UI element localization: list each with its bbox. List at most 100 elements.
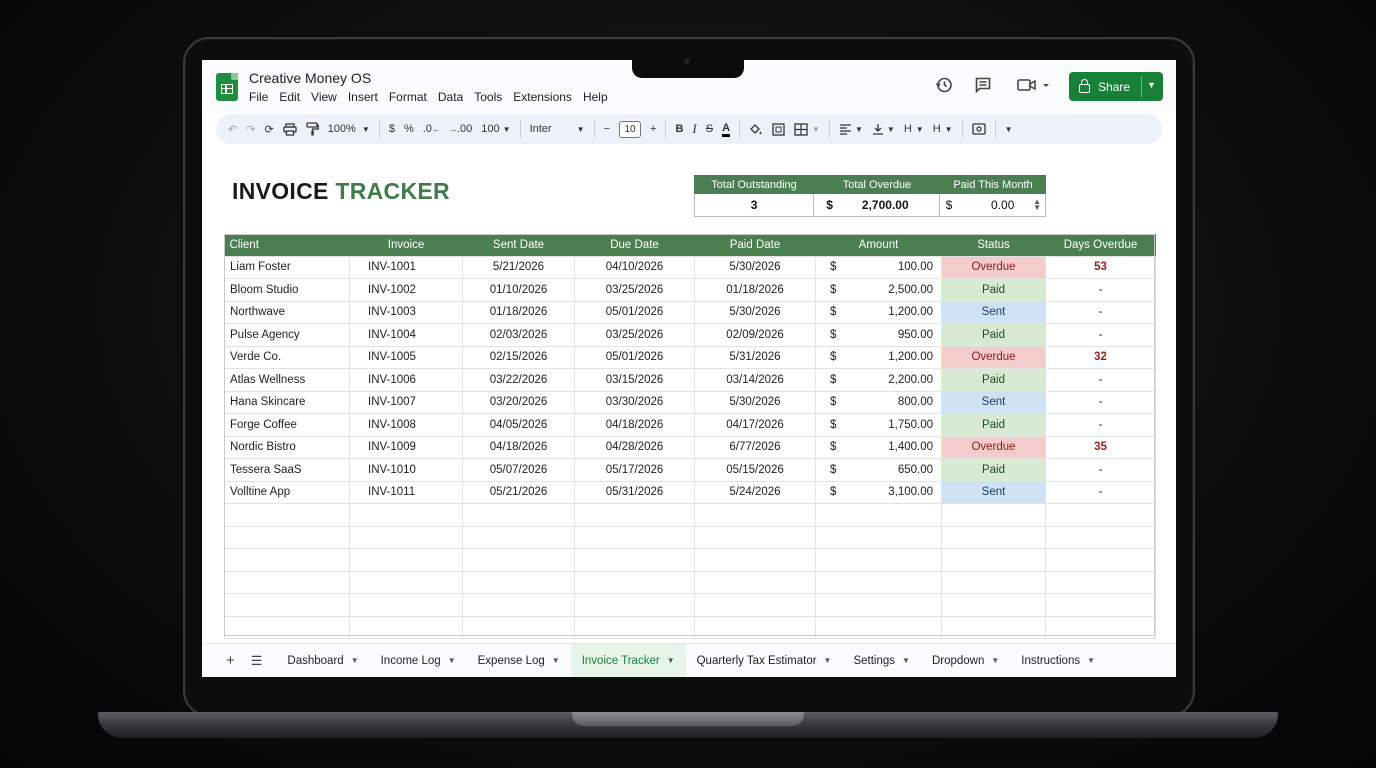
tab-dropdown-icon[interactable]: ▼: [991, 656, 999, 665]
menu-file[interactable]: File: [249, 90, 268, 104]
cell-client[interactable]: Bloom Studio: [224, 278, 350, 302]
sheet-tab-dashboard[interactable]: Dashboard ▼: [276, 644, 369, 678]
empty-cell[interactable]: [349, 525, 463, 549]
spinner-icon[interactable]: ▲ ▼: [1033, 198, 1041, 212]
cell-client[interactable]: Tessera SaaS: [224, 458, 350, 482]
cell-client[interactable]: Forge Coffee: [224, 413, 350, 437]
empty-cell[interactable]: [1045, 503, 1156, 527]
cell-days-overdue[interactable]: -: [1045, 323, 1156, 347]
tab-dropdown-icon[interactable]: ▼: [448, 656, 456, 665]
cell-sent-date[interactable]: 03/20/2026: [462, 390, 575, 414]
cell-due-date[interactable]: 04/10/2026: [574, 255, 695, 279]
cell-days-overdue[interactable]: 32: [1045, 345, 1156, 369]
empty-cell[interactable]: [1045, 570, 1156, 594]
empty-cell[interactable]: [462, 525, 575, 549]
column-header-client[interactable]: Client: [224, 234, 350, 256]
cell-days-overdue[interactable]: -: [1045, 368, 1156, 392]
paint-format-icon[interactable]: [306, 119, 319, 139]
sheet-tab-invoice-tracker[interactable]: Invoice Tracker ▼: [570, 643, 686, 677]
cell-invoice[interactable]: INV-1007: [349, 390, 463, 414]
more-options-icon[interactable]: ▼: [1005, 119, 1013, 139]
share-dropdown-icon[interactable]: ▼: [1147, 80, 1156, 90]
empty-cell[interactable]: [815, 525, 942, 549]
decrease-font-size-button[interactable]: −: [604, 119, 610, 139]
cell-days-overdue[interactable]: -: [1045, 413, 1156, 437]
empty-cell[interactable]: [349, 615, 463, 639]
horizontal-align-icon[interactable]: ▼: [839, 119, 863, 139]
empty-cell[interactable]: [349, 548, 463, 572]
comment-icon[interactable]: [972, 76, 994, 98]
cell-invoice[interactable]: INV-1003: [349, 300, 463, 324]
cell-client[interactable]: Pulse Agency: [224, 323, 350, 347]
tab-dropdown-icon[interactable]: ▼: [552, 656, 560, 665]
cell-client[interactable]: Atlas Wellness: [224, 368, 350, 392]
bold-button[interactable]: B: [675, 119, 683, 139]
cell-paid-date[interactable]: 5/24/2026: [694, 480, 816, 504]
empty-cell[interactable]: [462, 593, 575, 617]
cell-days-overdue[interactable]: -: [1045, 390, 1156, 414]
cell-paid-date[interactable]: 02/09/2026: [694, 323, 816, 347]
cell-invoice[interactable]: INV-1009: [349, 435, 463, 459]
cell-due-date[interactable]: 04/18/2026: [574, 413, 695, 437]
cell-paid-date[interactable]: 01/18/2026: [694, 278, 816, 302]
print-icon[interactable]: [283, 119, 297, 139]
cell-paid-date[interactable]: 04/17/2026: [694, 413, 816, 437]
cell-invoice[interactable]: INV-1005: [349, 345, 463, 369]
column-header-amount[interactable]: Amount: [815, 234, 942, 256]
sheet-tab-expense-log[interactable]: Expense Log ▼: [467, 644, 571, 678]
text-wrap-icon[interactable]: H ▼: [904, 119, 924, 139]
cell-sent-date[interactable]: 01/10/2026: [462, 278, 575, 302]
refresh-icon[interactable]: ⟳: [264, 119, 273, 139]
add-sheet-icon[interactable]: +: [226, 652, 235, 669]
merge-cells-icon[interactable]: ▼: [794, 119, 820, 139]
cell-due-date[interactable]: 05/31/2026: [574, 480, 695, 504]
text-color-button[interactable]: A: [722, 119, 731, 139]
empty-cell[interactable]: [694, 525, 816, 549]
all-sheets-icon[interactable]: ☰: [251, 653, 263, 669]
column-header-paid-date[interactable]: Paid Date: [694, 234, 816, 256]
insert-image-icon[interactable]: [971, 119, 986, 139]
empty-cell[interactable]: [1045, 593, 1156, 617]
document-title[interactable]: Creative Money OS: [249, 70, 371, 86]
cell-days-overdue[interactable]: -: [1045, 278, 1156, 302]
font-select[interactable]: Inter ▼: [530, 119, 585, 139]
cell-sent-date[interactable]: 5/21/2026: [462, 255, 575, 279]
cell-paid-date[interactable]: 5/31/2026: [694, 345, 816, 369]
cell-status[interactable]: Overdue: [941, 345, 1046, 369]
cell-paid-date[interactable]: 5/30/2026: [694, 390, 816, 414]
cell-sent-date[interactable]: 04/05/2026: [462, 413, 575, 437]
cell-amount[interactable]: $800.00: [815, 390, 942, 414]
total-outstanding-header[interactable]: Total Outstanding: [694, 175, 814, 194]
column-header-due-date[interactable]: Due Date: [574, 234, 695, 256]
percent-format-button[interactable]: %: [404, 119, 414, 139]
sheet-tab-quarterly-tax-estimator[interactable]: Quarterly Tax Estimator ▼: [686, 644, 843, 678]
empty-cell[interactable]: [574, 570, 695, 594]
cell-due-date[interactable]: 03/15/2026: [574, 368, 695, 392]
empty-cell[interactable]: [224, 548, 350, 572]
cell-amount[interactable]: $1,400.00: [815, 435, 942, 459]
tab-dropdown-icon[interactable]: ▼: [351, 656, 359, 665]
redo-icon[interactable]: ↷: [246, 119, 255, 139]
borders-icon[interactable]: [772, 119, 785, 139]
increase-decimal-button[interactable]: → .00: [449, 119, 472, 139]
empty-cell[interactable]: [349, 503, 463, 527]
sheets-logo-icon[interactable]: [216, 73, 238, 101]
column-header-sent-date[interactable]: Sent Date: [462, 234, 575, 256]
currency-format-button[interactable]: $: [389, 119, 395, 139]
cell-invoice[interactable]: INV-1001: [349, 255, 463, 279]
empty-cell[interactable]: [941, 570, 1046, 594]
cell-sent-date[interactable]: 05/07/2026: [462, 458, 575, 482]
cell-due-date[interactable]: 03/30/2026: [574, 390, 695, 414]
zoom-select[interactable]: 100% ▼: [328, 119, 370, 139]
cell-amount[interactable]: $2,200.00: [815, 368, 942, 392]
empty-cell[interactable]: [574, 593, 695, 617]
cell-status[interactable]: Paid: [941, 413, 1046, 437]
empty-cell[interactable]: [462, 548, 575, 572]
cell-status[interactable]: Paid: [941, 368, 1046, 392]
increase-font-size-button[interactable]: +: [650, 119, 656, 139]
cell-status[interactable]: Sent: [941, 390, 1046, 414]
empty-cell[interactable]: [694, 615, 816, 639]
vertical-align-icon[interactable]: ▼: [872, 119, 895, 139]
sheet-tab-income-log[interactable]: Income Log ▼: [370, 644, 467, 678]
empty-cell[interactable]: [462, 570, 575, 594]
